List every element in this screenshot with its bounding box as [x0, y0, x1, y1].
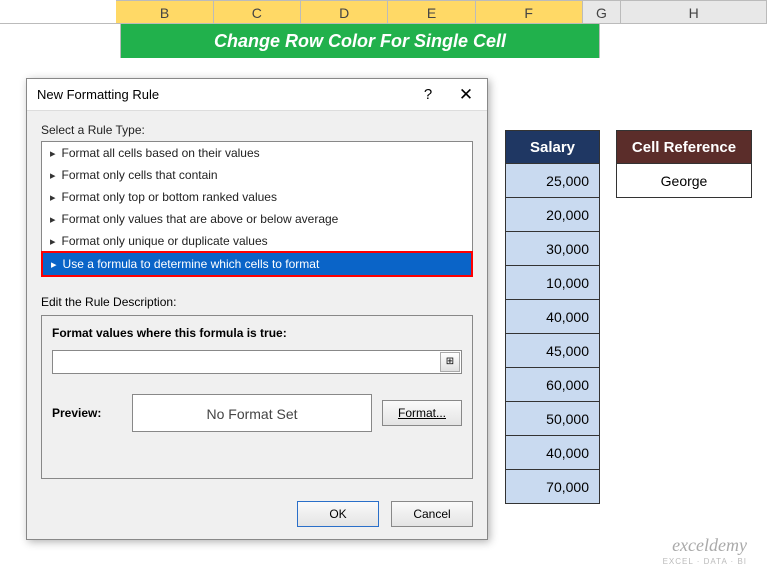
help-button[interactable]: ?: [413, 79, 443, 111]
rule-item[interactable]: Format only cells that contain: [42, 164, 472, 186]
salary-column: Salary 25,000 20,000 30,000 10,000 40,00…: [505, 130, 600, 504]
cancel-button[interactable]: Cancel: [391, 501, 473, 527]
reference-header: Cell Reference: [616, 130, 752, 164]
preview-label: Preview:: [52, 406, 122, 420]
salary-cell[interactable]: 10,000: [505, 266, 600, 300]
watermark-subtitle: EXCEL · DATA · BI: [663, 557, 747, 566]
salary-header: Salary: [505, 130, 600, 164]
column-headers: B C D E F G H: [0, 0, 767, 24]
watermark: exceldemy: [672, 535, 747, 556]
dialog-titlebar[interactable]: New Formatting Rule ? ✕: [27, 79, 487, 111]
formula-input[interactable]: [52, 350, 462, 374]
header-spacer: [0, 0, 116, 23]
dialog-body: Select a Rule Type: Format all cells bas…: [27, 111, 487, 493]
formula-label: Format values where this formula is true…: [52, 326, 462, 340]
format-button[interactable]: Format...: [382, 400, 462, 426]
salary-cell[interactable]: 60,000: [505, 368, 600, 402]
new-formatting-rule-dialog: New Formatting Rule ? ✕ Select a Rule Ty…: [26, 78, 488, 540]
spreadsheet-grid: B C D E F G H Change Row Color For Singl…: [0, 0, 767, 58]
rule-item[interactable]: Format only unique or duplicate values: [42, 230, 472, 252]
rule-type-list[interactable]: Format all cells based on their values F…: [41, 141, 473, 277]
dialog-button-row: OK Cancel: [27, 493, 487, 539]
salary-cell[interactable]: 50,000: [505, 402, 600, 436]
range-selector-icon[interactable]: ⊞: [440, 352, 460, 372]
salary-cell[interactable]: 30,000: [505, 232, 600, 266]
salary-cell[interactable]: 20,000: [505, 198, 600, 232]
salary-cell[interactable]: 40,000: [505, 436, 600, 470]
sheet-title-banner: Change Row Color For Single Cell: [120, 24, 600, 58]
col-header-g[interactable]: G: [583, 0, 622, 23]
edit-description-box: Format values where this formula is true…: [41, 315, 473, 479]
salary-cell[interactable]: 70,000: [505, 470, 600, 504]
rule-item[interactable]: Format only values that are above or bel…: [42, 208, 472, 230]
col-header-e[interactable]: E: [388, 0, 475, 23]
salary-cell[interactable]: 45,000: [505, 334, 600, 368]
salary-cell[interactable]: 40,000: [505, 300, 600, 334]
col-header-d[interactable]: D: [301, 0, 388, 23]
col-header-h[interactable]: H: [621, 0, 767, 23]
salary-cell[interactable]: 25,000: [505, 164, 600, 198]
col-header-c[interactable]: C: [214, 0, 301, 23]
ok-button[interactable]: OK: [297, 501, 379, 527]
edit-description-label: Edit the Rule Description:: [41, 295, 473, 309]
reference-cell[interactable]: George: [616, 164, 752, 198]
rule-item[interactable]: Format only top or bottom ranked values: [42, 186, 472, 208]
col-header-b[interactable]: B: [116, 0, 213, 23]
dialog-title-text: New Formatting Rule: [37, 87, 159, 102]
reference-column: Cell Reference George: [616, 130, 752, 198]
rule-item-selected[interactable]: Use a formula to determine which cells t…: [41, 251, 473, 277]
rule-item[interactable]: Format all cells based on their values: [42, 142, 472, 164]
close-button[interactable]: ✕: [451, 79, 481, 111]
col-header-f[interactable]: F: [476, 0, 583, 23]
select-rule-label: Select a Rule Type:: [41, 123, 473, 137]
preview-box: No Format Set: [132, 394, 372, 432]
